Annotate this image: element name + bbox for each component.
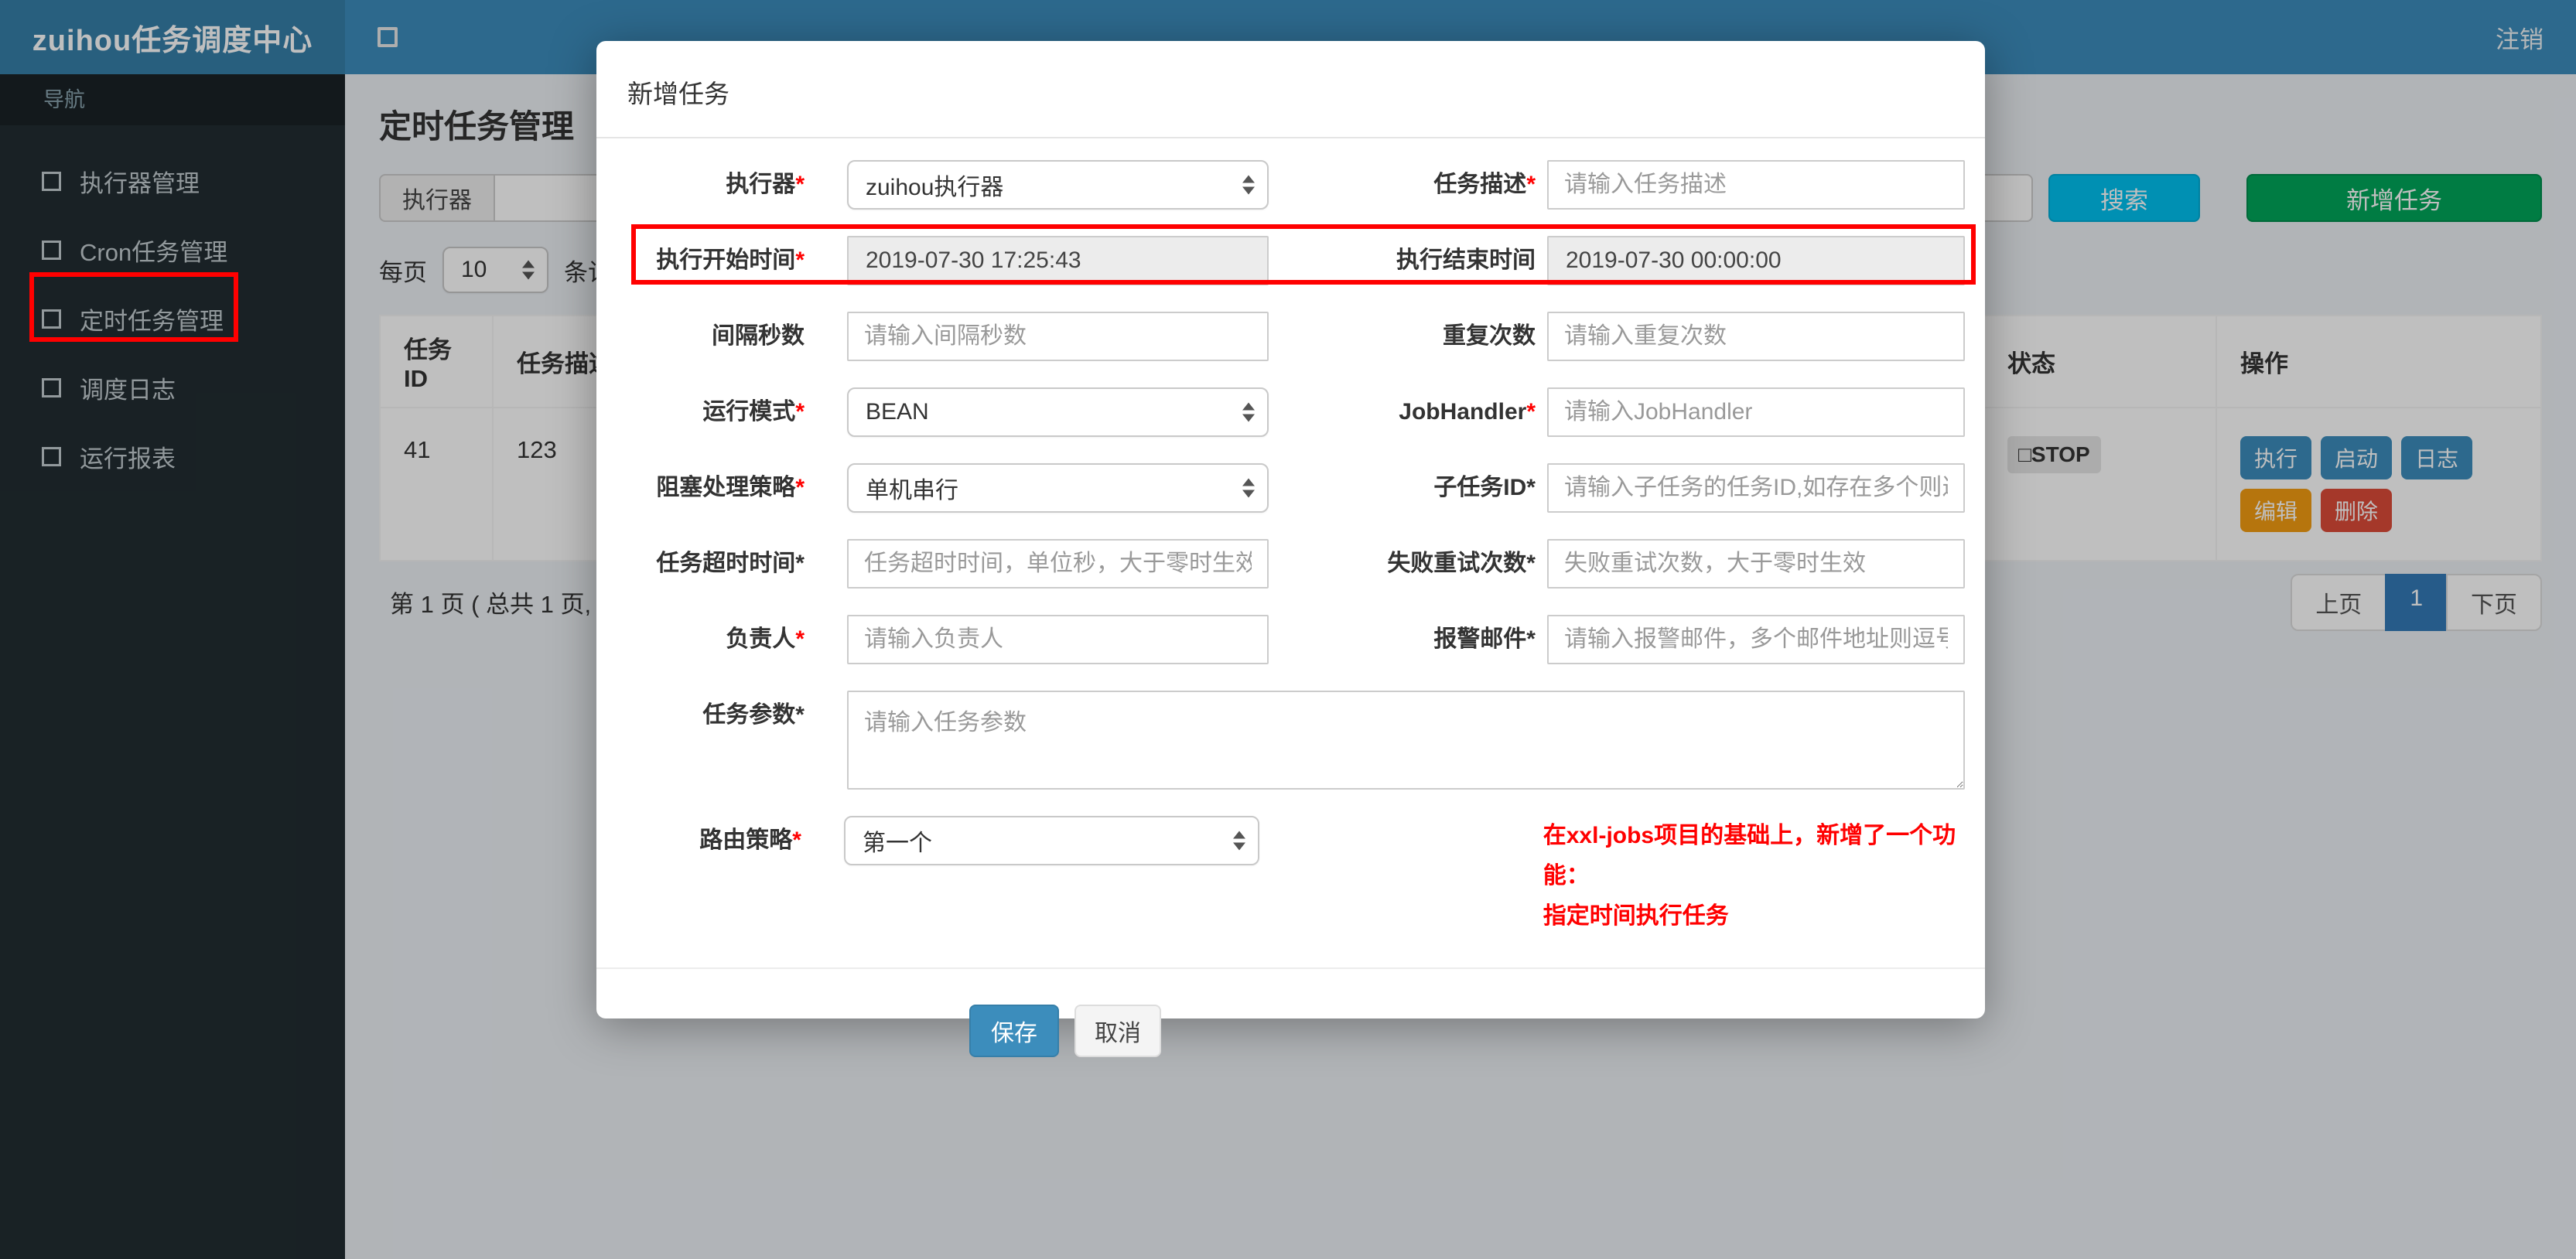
job-param-textarea[interactable]	[847, 691, 1965, 790]
executor-select[interactable]: zuihou执行器	[847, 160, 1269, 210]
required-mark: *	[795, 172, 805, 197]
fail-retry-label: 失败重试次数*	[1387, 551, 1536, 576]
form-row-timeout-retry: 任务超时时间* 失败重试次数*	[596, 539, 1985, 589]
author-label: 负责人*	[726, 626, 805, 652]
form-row-interval-repeat: 间隔秒数 重复次数	[596, 312, 1985, 361]
required-mark: *	[795, 475, 805, 500]
block-strategy-select[interactable]: 单机串行	[847, 463, 1269, 513]
interval-label: 间隔秒数	[712, 323, 805, 349]
form-row-author-email: 负责人* 报警邮件*	[596, 615, 1985, 664]
required-mark: *	[792, 827, 801, 853]
required-mark: *	[795, 626, 805, 652]
route-strategy-label: 路由策略*	[699, 827, 801, 853]
executor-select-value: zuihou执行器	[866, 175, 1004, 200]
modal-form: 执行器* zuihou执行器 任务描述* 执行开始时间* 2019-07-30 …	[596, 138, 1985, 1057]
feature-note-line1: 在xxl-jobs项目的基础上，新增了一个功能：	[1543, 823, 1956, 889]
form-row-executor-desc: 执行器* zuihou执行器 任务描述*	[596, 160, 1985, 210]
executor-label: 执行器*	[726, 172, 805, 197]
author-input[interactable]	[847, 615, 1269, 664]
required-mark: *	[795, 247, 805, 273]
interval-input[interactable]	[847, 312, 1269, 361]
glue-type-label: 运行模式*	[702, 399, 805, 425]
route-strategy-select[interactable]: 第一个	[843, 816, 1259, 865]
block-strategy-label: 阻塞处理策略*	[656, 475, 805, 500]
job-param-label: 任务参数*	[702, 702, 805, 728]
child-job-id-label: 子任务ID*	[1433, 475, 1536, 500]
alarm-email-input[interactable]	[1547, 615, 1965, 664]
alarm-email-label: 报警邮件*	[1433, 626, 1536, 652]
modal-title: 新增任务	[627, 80, 729, 108]
add-task-modal: 新增任务 执行器* zuihou执行器 任务描述* 执行开始时间* 2019-0…	[596, 41, 1985, 1057]
required-mark: *	[1526, 172, 1536, 197]
feature-note: 在xxl-jobs项目的基础上，新增了一个功能： 指定时间执行任务	[1543, 816, 1985, 937]
repeat-input[interactable]	[1547, 312, 1965, 361]
select-arrows-icon	[1232, 831, 1245, 851]
end-time-input[interactable]: 2019-07-30 00:00:00	[1547, 236, 1965, 285]
form-row-block-childid: 阻塞处理策略* 单机串行 子任务ID*	[596, 463, 1985, 513]
required-mark: *	[795, 399, 805, 425]
route-strategy-select-value: 第一个	[862, 831, 932, 856]
form-row-gluetype-handler: 运行模式* BEAN JobHandler*	[596, 387, 1985, 437]
form-row-start-end-time: 执行开始时间* 2019-07-30 17:25:43 执行结束时间 2019-…	[596, 236, 1985, 285]
start-time-label: 执行开始时间*	[656, 247, 805, 273]
job-desc-input[interactable]	[1547, 160, 1965, 210]
glue-type-select-value: BEAN	[866, 399, 929, 425]
start-time-input[interactable]: 2019-07-30 17:25:43	[847, 236, 1269, 285]
feature-note-line2: 指定时间执行任务	[1543, 903, 1729, 929]
modal-footer: 保存 取消	[596, 969, 1985, 1057]
fail-retry-input[interactable]	[1547, 539, 1965, 589]
select-arrows-icon	[1242, 402, 1255, 422]
form-row-route-strategy: 路由策略* 第一个 在xxl-jobs项目的基础上，新增了一个功能： 指定时间执…	[596, 816, 1985, 937]
repeat-label: 重复次数	[1443, 323, 1536, 349]
job-handler-label: JobHandler*	[1399, 399, 1536, 425]
modal-header: 新增任务	[596, 41, 1985, 138]
timeout-label: 任务超时时间*	[656, 551, 805, 576]
timeout-input[interactable]	[847, 539, 1269, 589]
form-row-job-param: 任务参数*	[596, 691, 1985, 790]
save-button[interactable]: 保存	[969, 1005, 1059, 1057]
required-mark: *	[1526, 399, 1536, 425]
cancel-button[interactable]: 取消	[1074, 1005, 1161, 1057]
job-handler-input[interactable]	[1547, 387, 1965, 437]
job-desc-label: 任务描述*	[1433, 172, 1536, 197]
child-job-id-input[interactable]	[1547, 463, 1965, 513]
glue-type-select[interactable]: BEAN	[847, 387, 1269, 437]
block-strategy-select-value: 单机串行	[866, 478, 958, 503]
end-time-label: 执行结束时间	[1396, 247, 1536, 273]
select-arrows-icon	[1242, 478, 1255, 498]
select-arrows-icon	[1242, 175, 1255, 195]
